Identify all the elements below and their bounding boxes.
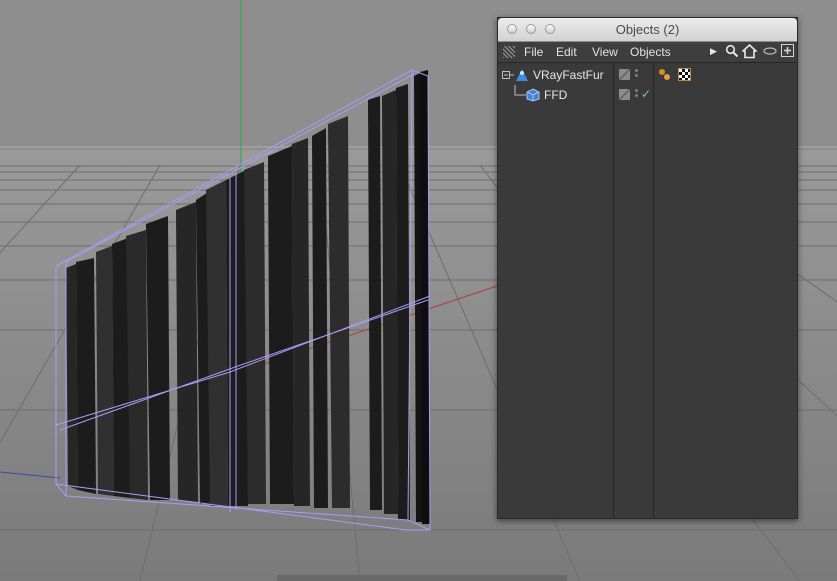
object-row-vrayfastfur[interactable]: VRayFastFur: [498, 65, 797, 85]
layer-color-icon[interactable]: [619, 89, 630, 100]
window-title: Objects (2): [615, 22, 680, 37]
object-name[interactable]: VRayFastFur: [533, 68, 604, 82]
menu-edit[interactable]: Edit: [556, 45, 577, 59]
play-triangle-icon[interactable]: ▶: [706, 44, 721, 59]
object-row-ffd[interactable]: FFD ✓: [498, 85, 797, 105]
column-divider: [613, 63, 614, 518]
tree-collapse-icon[interactable]: [502, 68, 514, 82]
menu-view[interactable]: View: [592, 45, 618, 59]
layer-color-icon[interactable]: [619, 69, 630, 80]
viewport-bottom-shadow: [277, 575, 567, 581]
object-list[interactable]: VRayFastFur FFD ✓: [498, 63, 797, 518]
ffd-deformer-icon: [526, 88, 540, 102]
new-window-icon[interactable]: [780, 44, 795, 59]
material-tag-icon[interactable]: [658, 68, 671, 81]
object-name[interactable]: FFD: [544, 88, 567, 102]
column-divider: [653, 63, 654, 518]
tree-connector-icon: [514, 85, 526, 96]
menu-objects[interactable]: Objects: [630, 45, 671, 59]
menu-file[interactable]: File: [524, 45, 543, 59]
eye-icon[interactable]: [762, 44, 777, 59]
menu-bar: File Edit View Objects ▶: [498, 42, 797, 63]
checker-texture-tag-icon[interactable]: [678, 68, 691, 81]
window-titlebar[interactable]: Objects (2): [498, 18, 797, 42]
visibility-dots-icon[interactable]: [635, 88, 639, 102]
grip-handle-icon[interactable]: [503, 46, 515, 58]
objects-manager-window[interactable]: Objects (2) File Edit View Objects ▶ VRa…: [497, 17, 798, 519]
enabled-checkmark-icon[interactable]: ✓: [641, 87, 651, 101]
home-icon[interactable]: [740, 43, 759, 59]
visibility-dots-icon[interactable]: [635, 68, 639, 82]
vray-fastfur-icon: [516, 69, 528, 81]
search-icon[interactable]: [724, 44, 739, 59]
